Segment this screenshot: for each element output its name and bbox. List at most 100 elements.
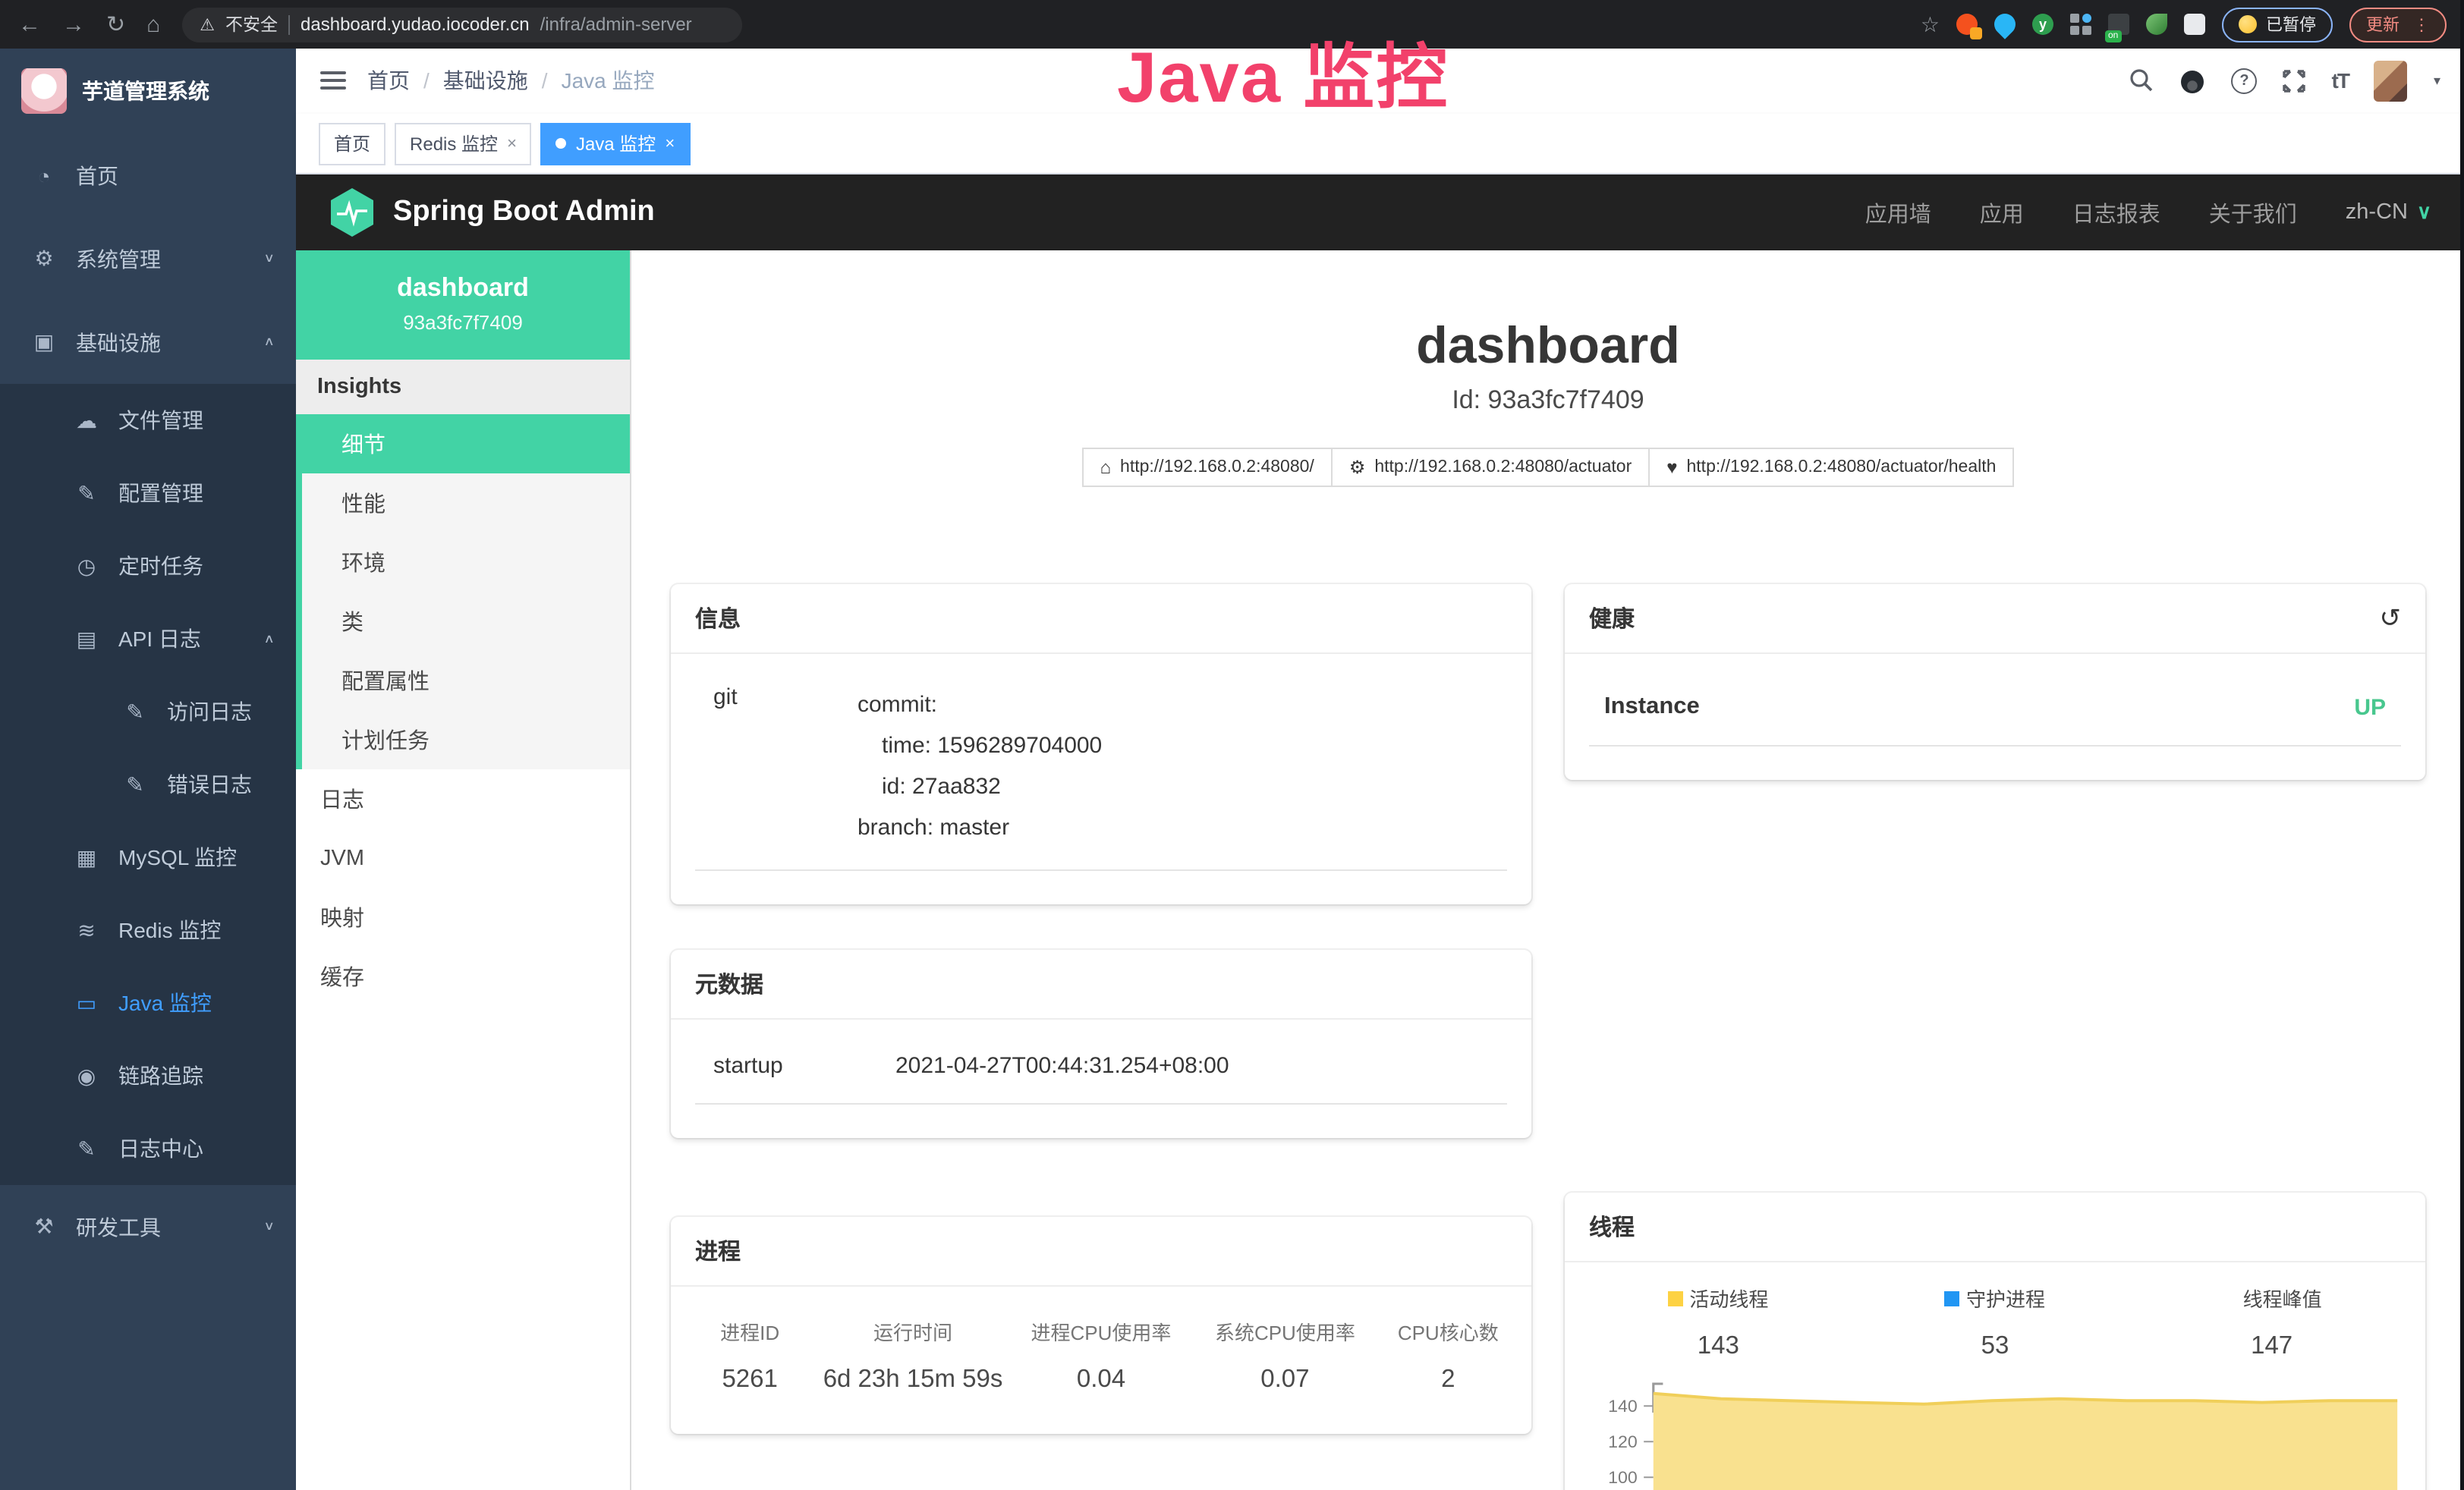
sba-menu-metrics[interactable]: 性能 [302, 473, 630, 533]
active-dot-icon [556, 138, 567, 149]
sidebar-item-infrastructure[interactable]: ▣ 基础设施 ∧ [0, 300, 296, 384]
home-icon[interactable]: ⌂ [146, 13, 160, 36]
metadata-startup-row: startup 2021-04-27T00:44:31.254+08:00 [695, 1047, 1507, 1105]
info-key: git [698, 684, 858, 848]
green-extension-icon[interactable]: y [2032, 14, 2053, 35]
chevron-down-icon[interactable]: ▾ [2434, 73, 2440, 90]
sba-menu-scheduled-tasks[interactable]: 计划任务 [302, 710, 630, 769]
info-git-row: git commit: time: 1596289704000 id: 27aa… [695, 681, 1507, 871]
address-bar[interactable]: ⚠ 不安全 dashboard.yudao.iocoder.cn/infra/a… [181, 7, 741, 42]
history-icon[interactable]: ↺ [2380, 605, 2402, 631]
heart-icon: ♥ [1666, 457, 1677, 478]
sba-menu-config-props[interactable]: 配置属性 [302, 651, 630, 710]
user-avatar[interactable] [2374, 61, 2408, 102]
search-icon[interactable] [2130, 69, 2154, 93]
sidebar-item-scheduled-tasks[interactable]: ◷ 定时任务 [0, 530, 296, 602]
chrome-update-button[interactable]: 更新 ⋮ [2349, 7, 2447, 42]
grid-extension-icon[interactable] [2070, 14, 2091, 35]
legend-daemon-threads: 守护进程 [1945, 1284, 2045, 1312]
threads-area-chart: 140120100 [1580, 1379, 2410, 1490]
back-icon[interactable]: ← [18, 13, 41, 36]
info-card: 信息 git commit: time: 1596289704000 id: 2 [671, 584, 1531, 904]
breadcrumb-infrastructure[interactable]: 基础设施 [443, 66, 528, 96]
reload-icon[interactable]: ↻ [106, 13, 125, 36]
sba-nav-wallboard[interactable]: 应用墙 [1865, 196, 1931, 228]
health-url-button[interactable]: ♥ http://192.168.0.2:48080/actuator/heal… [1650, 448, 2014, 487]
sba-menu-logs[interactable]: 日志 [296, 769, 630, 828]
sba-language-select[interactable]: zh-CN ∨ [2346, 200, 2431, 225]
sidebar-item-config-management[interactable]: ✎ 配置管理 [0, 457, 296, 530]
github-icon[interactable] [2180, 68, 2206, 94]
security-label[interactable]: 不安全 [225, 12, 278, 36]
sba-menu-mappings[interactable]: 映射 [296, 888, 630, 947]
url-path[interactable]: /infra/admin-server [540, 14, 692, 35]
extension-badge [1970, 27, 1982, 39]
sba-menu-environment[interactable]: 环境 [302, 533, 630, 592]
sba-menu-caches[interactable]: 缓存 [296, 947, 630, 1006]
sidebar-item-mysql-monitor[interactable]: ▦ MySQL 监控 [0, 821, 296, 894]
threads-legend: 活动线程 143 守护进程 [1580, 1284, 2410, 1361]
sba-nav-applications[interactable]: 应用 [1980, 196, 2024, 228]
sidebar-item-access-logs[interactable]: ✎ 访问日志 [0, 675, 296, 748]
svg-text:140: 140 [1608, 1397, 1638, 1416]
sba-nav-journal[interactable]: 日志报表 [2072, 196, 2160, 228]
sidebar-item-error-logs[interactable]: ✎ 错误日志 [0, 748, 296, 821]
spring-boot-admin-logo-icon [329, 188, 375, 237]
status-badge: UP [2354, 694, 2386, 720]
sidebar-item-api-logs[interactable]: ▤ API 日志 ∧ [0, 602, 296, 675]
hamburger-icon[interactable] [320, 72, 346, 90]
breadcrumb: 首页 / 基础设施 / Java 监控 [367, 66, 655, 96]
leaf-extension-icon[interactable] [2146, 14, 2167, 35]
sidebar-item-system[interactable]: ⚙ 系统管理 ∨ [0, 217, 296, 300]
page-title: dashboard [671, 317, 2425, 375]
service-url-button[interactable]: ⌂ http://192.168.0.2:48080/ [1082, 448, 1333, 487]
breadcrumb-home[interactable]: 首页 [367, 66, 410, 96]
sidebar-item-tracing[interactable]: ◉ 链路追踪 [0, 1039, 296, 1112]
actuator-url-button[interactable]: ⚙ http://192.168.0.2:48080/actuator [1333, 448, 1650, 487]
home-icon: ⌂ [1100, 457, 1112, 478]
wrench-icon: ⚙ [1349, 457, 1366, 478]
extension-icon[interactable] [1956, 14, 1978, 35]
help-icon[interactable]: ? [2232, 68, 2258, 94]
tab-java-monitor[interactable]: Java 监控 × [541, 122, 690, 165]
sba-menu-section-insights[interactable]: Insights [296, 360, 630, 414]
profile-paused-badge[interactable]: 已暂停 [2222, 7, 2333, 42]
sidebar-item-file-management[interactable]: ☁ 文件管理 [0, 384, 296, 457]
instance-panel[interactable]: dashboard 93a3fc7f7409 [296, 250, 630, 360]
on-badge: on [2105, 30, 2121, 42]
threads-card: 线程 活动线程 1 [1565, 1193, 2425, 1490]
bookmark-star-icon[interactable]: ☆ [1921, 11, 1940, 37]
edit-icon: ✎ [73, 1136, 100, 1162]
paused-label: 已暂停 [2266, 12, 2316, 36]
sba-brand-title[interactable]: Spring Boot Admin [393, 196, 655, 229]
cloud-upload-icon: ☁ [73, 407, 100, 433]
sba-menu-classes[interactable]: 类 [302, 592, 630, 651]
sidebar-item-log-center[interactable]: ✎ 日志中心 [0, 1112, 296, 1185]
menu-dots-icon[interactable]: ⋮ [2413, 14, 2430, 34]
chevron-up-icon: ∧ [263, 632, 275, 646]
fullscreen-icon[interactable] [2283, 70, 2306, 93]
edit-icon: ✎ [73, 480, 100, 506]
sba-menu-jvm[interactable]: JVM [296, 828, 630, 888]
eye-icon: ◉ [73, 1063, 100, 1089]
sidebar-item-redis-monitor[interactable]: ≋ Redis 监控 [0, 894, 296, 967]
extensions-puzzle-icon[interactable] [2184, 14, 2205, 35]
clock-icon: ◷ [73, 553, 100, 579]
sidebar-item-java-monitor[interactable]: ▭ Java 监控 [0, 967, 296, 1039]
sidebar-item-home[interactable]: ◔ 首页 [0, 134, 296, 217]
close-icon[interactable]: × [507, 134, 517, 152]
tab-home[interactable]: 首页 [319, 122, 385, 165]
tab-redis-monitor[interactable]: Redis 监控 × [395, 122, 532, 165]
close-icon[interactable]: × [665, 134, 675, 152]
sidebar-item-dev-tools[interactable]: ⚒ 研发工具 ∨ [0, 1185, 296, 1268]
forward-icon[interactable]: → [62, 13, 85, 36]
font-size-icon[interactable]: tT [2332, 69, 2349, 93]
pin-extension-icon[interactable] [1990, 9, 2020, 39]
sba-menu-details[interactable]: 细节 [302, 414, 630, 473]
health-instance-row: Instance UP [1589, 681, 2401, 747]
sba-nav-about[interactable]: 关于我们 [2209, 196, 2297, 228]
edit-icon: ✎ [121, 699, 149, 725]
url-domain[interactable]: dashboard.yudao.iocoder.cn [301, 14, 530, 35]
switch-extension-icon[interactable]: on [2108, 14, 2129, 35]
sba-main-content: dashboard Id: 93a3fc7f7409 ⌂ http://192.… [631, 250, 2464, 1490]
